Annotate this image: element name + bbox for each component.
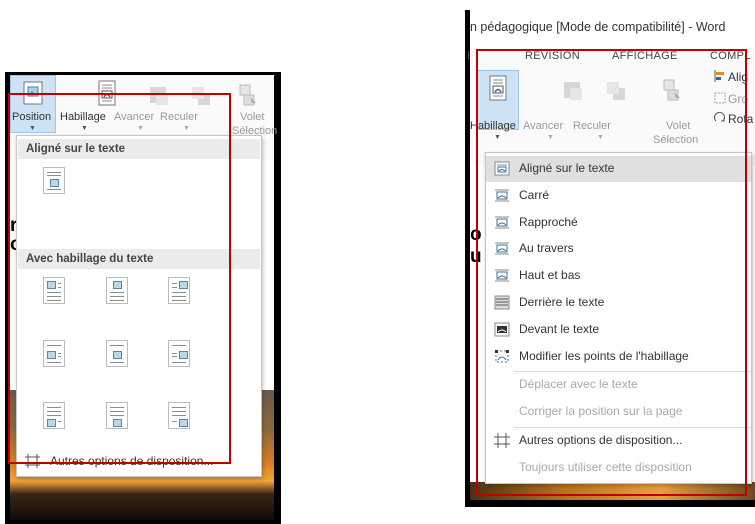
window-title: n pédagogique [Mode de compatibilité] - …	[470, 20, 726, 34]
red-highlight-box	[8, 93, 231, 464]
volet-label: Volet	[240, 111, 265, 123]
right-screenshot-frame: n pédagogique [Mode de compatibilité] - …	[465, 10, 755, 507]
selection-pane-icon	[239, 84, 256, 106]
window-title-bar: n pédagogique [Mode de compatibilité] - …	[467, 10, 755, 62]
left-screenshot-frame: Position ▼ Habillage ▼ Avancer ▼ Reculer…	[5, 72, 281, 524]
red-highlight-box	[476, 49, 747, 496]
